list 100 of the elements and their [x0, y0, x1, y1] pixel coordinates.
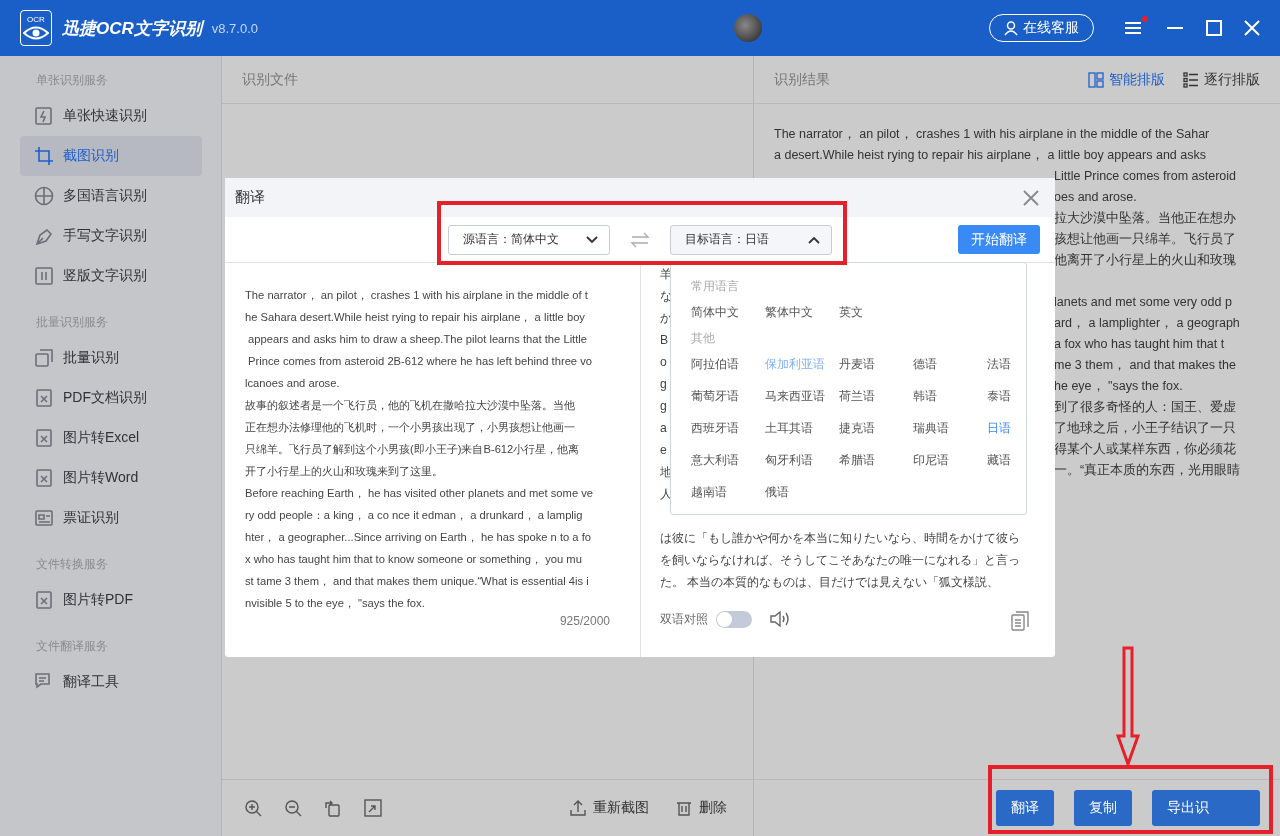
- language-option[interactable]: 英文: [839, 301, 863, 323]
- bilingual-label: 双语对照: [660, 611, 708, 628]
- action-button[interactable]: 翻译: [996, 790, 1054, 826]
- source-text-line: 正在想办法修理他的飞机时，一个小男孩出现了，小男孩想让他画一: [245, 421, 575, 433]
- language-option[interactable]: 瑞典语: [913, 417, 949, 439]
- result-text-line: lanets and met some very odd p: [1054, 295, 1232, 309]
- zoom-in-icon[interactable]: [244, 799, 262, 817]
- menu-item-icon: [34, 428, 54, 448]
- translated-text-line: 人: [660, 487, 672, 501]
- sidebar-item[interactable]: 票证识别: [20, 498, 202, 538]
- result-text-line: 一。“真正本质的东西，光用眼睛: [1054, 463, 1241, 477]
- language-option[interactable]: 西班牙语: [691, 417, 739, 439]
- panel-title: 识别结果: [774, 70, 830, 89]
- translated-text-line: 羊: [660, 267, 672, 281]
- language-option[interactable]: 日语: [987, 417, 1011, 439]
- language-option[interactable]: 意大利语: [691, 449, 739, 471]
- translated-text-line: o: [660, 355, 667, 369]
- menu-item-icon: [34, 106, 54, 126]
- fit-screen-icon[interactable]: [364, 799, 382, 817]
- copy-icon[interactable]: [1011, 611, 1029, 631]
- translated-text-line: を飼いならなければ、そうしてこそあなたの唯一になれる」と言っ: [660, 553, 1020, 567]
- avatar-icon[interactable]: [734, 14, 763, 42]
- language-option[interactable]: 葡萄牙语: [691, 385, 739, 407]
- language-option[interactable]: 泰语: [987, 385, 1011, 407]
- caret-icon: [807, 234, 821, 245]
- source-text-line: 开了小行星上的火山和玫瑰来到了这里。: [245, 465, 443, 477]
- close-icon[interactable]: [1023, 189, 1039, 206]
- language-option[interactable]: 简体中文: [691, 301, 739, 323]
- sidebar-item[interactable]: 图片转PDF: [20, 580, 202, 620]
- menu-item-icon: [34, 186, 54, 206]
- sidebar-item[interactable]: 翻译工具: [20, 662, 202, 702]
- group-heading: 其他: [691, 331, 715, 345]
- language-option[interactable]: 荷兰语: [839, 385, 875, 407]
- layout-icon: [1183, 71, 1199, 88]
- translated-text-line: B: [660, 333, 669, 347]
- result-text-line: ard， a lamplighter， a geograph: [1054, 316, 1240, 330]
- language-option[interactable]: 丹麦语: [839, 353, 875, 375]
- maximize-icon[interactable]: [1206, 20, 1222, 36]
- language-option[interactable]: 希腊语: [839, 449, 875, 471]
- panel-title: 识别文件: [242, 70, 298, 89]
- source-text-line: ry odd people：a king， a co nce it edman， a drunkard， a lamplig: [245, 509, 583, 521]
- source-text-line: lcanoes and arose.: [245, 377, 340, 389]
- result-text-line: 了地球之后，小王子结识了一只: [1054, 421, 1236, 435]
- source-text-line: appears and asks him to draw a sheep.The pilot learns that the Little: [247, 333, 588, 345]
- result-text-line: 孩想让他画一只绵羊。飞行员了: [1054, 232, 1236, 246]
- retake-button[interactable]: 重新截图: [569, 799, 649, 817]
- sidebar-item[interactable]: 多国语言识别: [20, 176, 202, 216]
- layout-tab[interactable]: 智能排版: [1088, 70, 1165, 89]
- translated-text-line: は彼に「もし誰かや何かを本当に知りたいなら、時間をかけて彼ら: [660, 531, 1020, 545]
- bilingual-toggle[interactable]: [716, 611, 752, 628]
- language-option[interactable]: 捷克语: [839, 417, 875, 439]
- language-option[interactable]: 越南语: [691, 481, 727, 503]
- translated-text-line: g: [660, 399, 667, 413]
- source-text-line: Before reaching Earth， he has visited other planets and met some ve: [245, 487, 594, 499]
- menu-item-icon: [34, 226, 54, 246]
- language-option[interactable]: 繁体中文: [765, 301, 813, 323]
- zoom-out-icon[interactable]: [284, 799, 302, 817]
- speaker-icon[interactable]: [770, 611, 792, 627]
- language-option[interactable]: 法语: [987, 353, 1011, 375]
- language-option[interactable]: 印尼语: [913, 449, 949, 471]
- target-language-select[interactable]: 目标语言：日语: [670, 224, 832, 255]
- source-text-line: x who has taught him that to know someone or something， you mu: [245, 553, 582, 565]
- language-option[interactable]: 韩语: [913, 385, 937, 407]
- result-text-line: Little Prince comes from asteroid: [1054, 169, 1236, 183]
- menu-item-icon: [34, 590, 54, 610]
- sidebar-item[interactable]: 单张快速识别: [20, 96, 202, 136]
- menu-item-icon: [34, 348, 54, 368]
- character-count: 925/2000: [559, 614, 610, 628]
- sidebar-item[interactable]: 图片转Word: [20, 458, 202, 498]
- sidebar-item[interactable]: 手写文字识别: [20, 216, 202, 256]
- source-text-line: st tame 3 them， and that makes them unique.“What is essential 4is i: [245, 575, 589, 587]
- sidebar-item[interactable]: 批量识别: [20, 338, 202, 378]
- sidebar-item[interactable]: PDF文档识别: [20, 378, 202, 418]
- delete-button[interactable]: 删除: [675, 799, 727, 817]
- result-text-line: 拉大沙漠中坠落。当他正在想办: [1054, 211, 1236, 225]
- action-button[interactable]: 复制: [1074, 790, 1132, 826]
- translated-text-line: な: [660, 289, 672, 303]
- layout-tab[interactable]: 逐行排版: [1183, 70, 1260, 89]
- logo-icon: OCR: [20, 10, 52, 46]
- translated-text-line: た。 本当の本質的なものは、目だけでは見えない「狐文様説、: [660, 575, 1000, 589]
- language-option[interactable]: 土耳其语: [765, 417, 813, 439]
- sidebar-item[interactable]: 图片转Excel: [20, 418, 202, 458]
- source-language-select[interactable]: 源语言：简体中文: [448, 224, 610, 255]
- caret-icon: [585, 234, 599, 245]
- language-option[interactable]: 匈牙利语: [765, 449, 813, 471]
- language-option[interactable]: 马来西亚语: [765, 385, 825, 407]
- sidebar-item[interactable]: 竖版文字识别: [20, 256, 202, 296]
- person-icon: [1004, 20, 1018, 36]
- language-option[interactable]: 阿拉伯语: [691, 353, 739, 375]
- language-option[interactable]: 俄语: [765, 481, 789, 503]
- source-text-line: Prince comes from asteroid 2B-612 where he has left behind three vo: [247, 355, 592, 367]
- action-button[interactable]: 导出识: [1152, 790, 1260, 826]
- result-text-line: 他离开了小行星上的火山和玫瑰: [1054, 253, 1236, 267]
- language-option[interactable]: 德语: [913, 353, 937, 375]
- menu-item-icon: [34, 508, 54, 528]
- result-text-line: a desert.While heist rying to repair his airplane， a little boy appears and asks: [774, 148, 1206, 162]
- result-text-line: a fox who has taught him that t: [1054, 337, 1225, 351]
- source-text-line: The narrator， an pilot， crashes 1 with his airplane in the middle of t: [245, 289, 588, 301]
- rotate-icon[interactable]: [324, 799, 342, 817]
- language-option[interactable]: 藏语: [987, 449, 1011, 471]
